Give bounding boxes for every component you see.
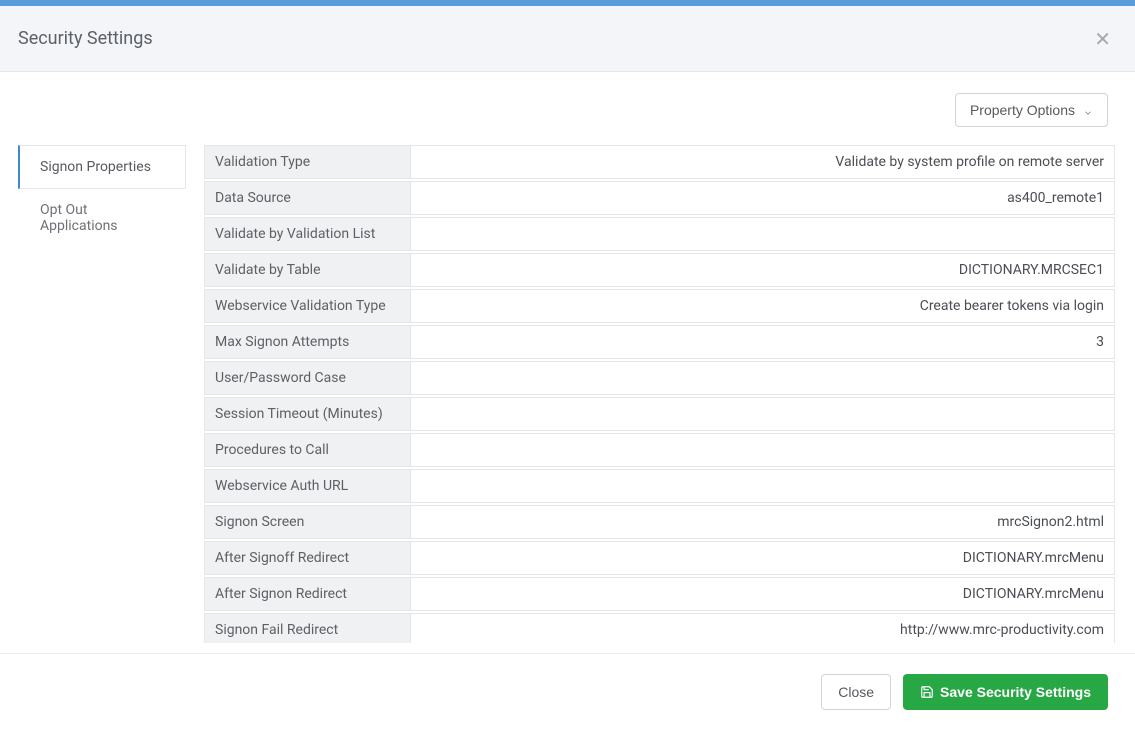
property-value [411, 362, 1114, 394]
property-table[interactable]: Validation TypeValidate by system profil… [204, 145, 1117, 643]
property-row[interactable]: Webservice Auth URL [204, 469, 1115, 503]
chevron-down-icon [1083, 105, 1093, 115]
property-row[interactable]: Signon ScreenmrcSignon2.html [204, 505, 1115, 539]
property-label: Session Timeout (Minutes) [205, 398, 411, 430]
property-label: Data Source [205, 182, 411, 214]
property-value: 3 [411, 326, 1114, 358]
close-button-label: Close [838, 684, 874, 700]
property-row[interactable]: Validate by Validation List [204, 217, 1115, 251]
property-row[interactable]: Max Signon Attempts3 [204, 325, 1115, 359]
property-row[interactable]: Validate by TableDICTIONARY.MRCSEC1 [204, 253, 1115, 287]
save-icon [920, 685, 934, 699]
save-security-settings-button[interactable]: Save Security Settings [903, 674, 1108, 710]
main-panel: Validation TypeValidate by system profil… [204, 145, 1117, 647]
dialog-footer: Close Save Security Settings [0, 654, 1135, 730]
property-row[interactable]: Webservice Validation TypeCreate bearer … [204, 289, 1115, 323]
property-value: DICTIONARY.mrcMenu [411, 578, 1114, 610]
property-label: User/Password Case [205, 362, 411, 394]
property-value: as400_remote1 [411, 182, 1114, 214]
sidebar: Signon Properties Opt Out Applications [18, 145, 186, 647]
dialog-title: Security Settings [18, 28, 153, 49]
save-button-label: Save Security Settings [940, 684, 1091, 700]
property-label: Validate by Table [205, 254, 411, 286]
property-row[interactable]: Procedures to Call [204, 433, 1115, 467]
property-label: Max Signon Attempts [205, 326, 411, 358]
property-label: Validation Type [205, 146, 411, 178]
property-label: Webservice Validation Type [205, 290, 411, 322]
property-value: DICTIONARY.MRCSEC1 [411, 254, 1114, 286]
property-value: http://www.mrc-productivity.com [411, 614, 1114, 643]
close-icon[interactable]: ✕ [1088, 25, 1117, 53]
property-row[interactable]: Validation TypeValidate by system profil… [204, 145, 1115, 179]
toolbar: Property Options [0, 72, 1135, 127]
property-value [411, 218, 1114, 250]
property-row[interactable]: User/Password Case [204, 361, 1115, 395]
dialog-header: Security Settings ✕ [0, 6, 1135, 72]
property-options-label: Property Options [970, 102, 1075, 118]
property-label: After Signoff Redirect [205, 542, 411, 574]
close-button[interactable]: Close [821, 674, 891, 710]
sidebar-item-1[interactable]: Opt Out Applications [18, 189, 186, 247]
sidebar-item-0[interactable]: Signon Properties [18, 145, 186, 189]
property-label: After Signon Redirect [205, 578, 411, 610]
property-label: Signon Screen [205, 506, 411, 538]
property-options-dropdown[interactable]: Property Options [955, 93, 1108, 127]
property-label: Webservice Auth URL [205, 470, 411, 502]
property-row[interactable]: After Signoff RedirectDICTIONARY.mrcMenu [204, 541, 1115, 575]
property-value: mrcSignon2.html [411, 506, 1114, 538]
property-label: Procedures to Call [205, 434, 411, 466]
property-row[interactable]: Signon Fail Redirecthttp://www.mrc-produ… [204, 613, 1115, 643]
property-value [411, 470, 1114, 502]
property-value: DICTIONARY.mrcMenu [411, 542, 1114, 574]
sidebar-item-label: Opt Out Applications [40, 202, 118, 234]
property-value: Create bearer tokens via login [411, 290, 1114, 322]
property-row[interactable]: Data Sourceas400_remote1 [204, 181, 1115, 215]
property-label: Validate by Validation List [205, 218, 411, 250]
property-value [411, 398, 1114, 430]
property-value: Validate by system profile on remote ser… [411, 146, 1114, 178]
property-row[interactable]: After Signon RedirectDICTIONARY.mrcMenu [204, 577, 1115, 611]
dialog-body: Signon Properties Opt Out Applications Va… [0, 127, 1135, 647]
property-label: Signon Fail Redirect [205, 614, 411, 643]
property-value [411, 434, 1114, 466]
property-row[interactable]: Session Timeout (Minutes) [204, 397, 1115, 431]
sidebar-item-label: Signon Properties [40, 159, 151, 175]
